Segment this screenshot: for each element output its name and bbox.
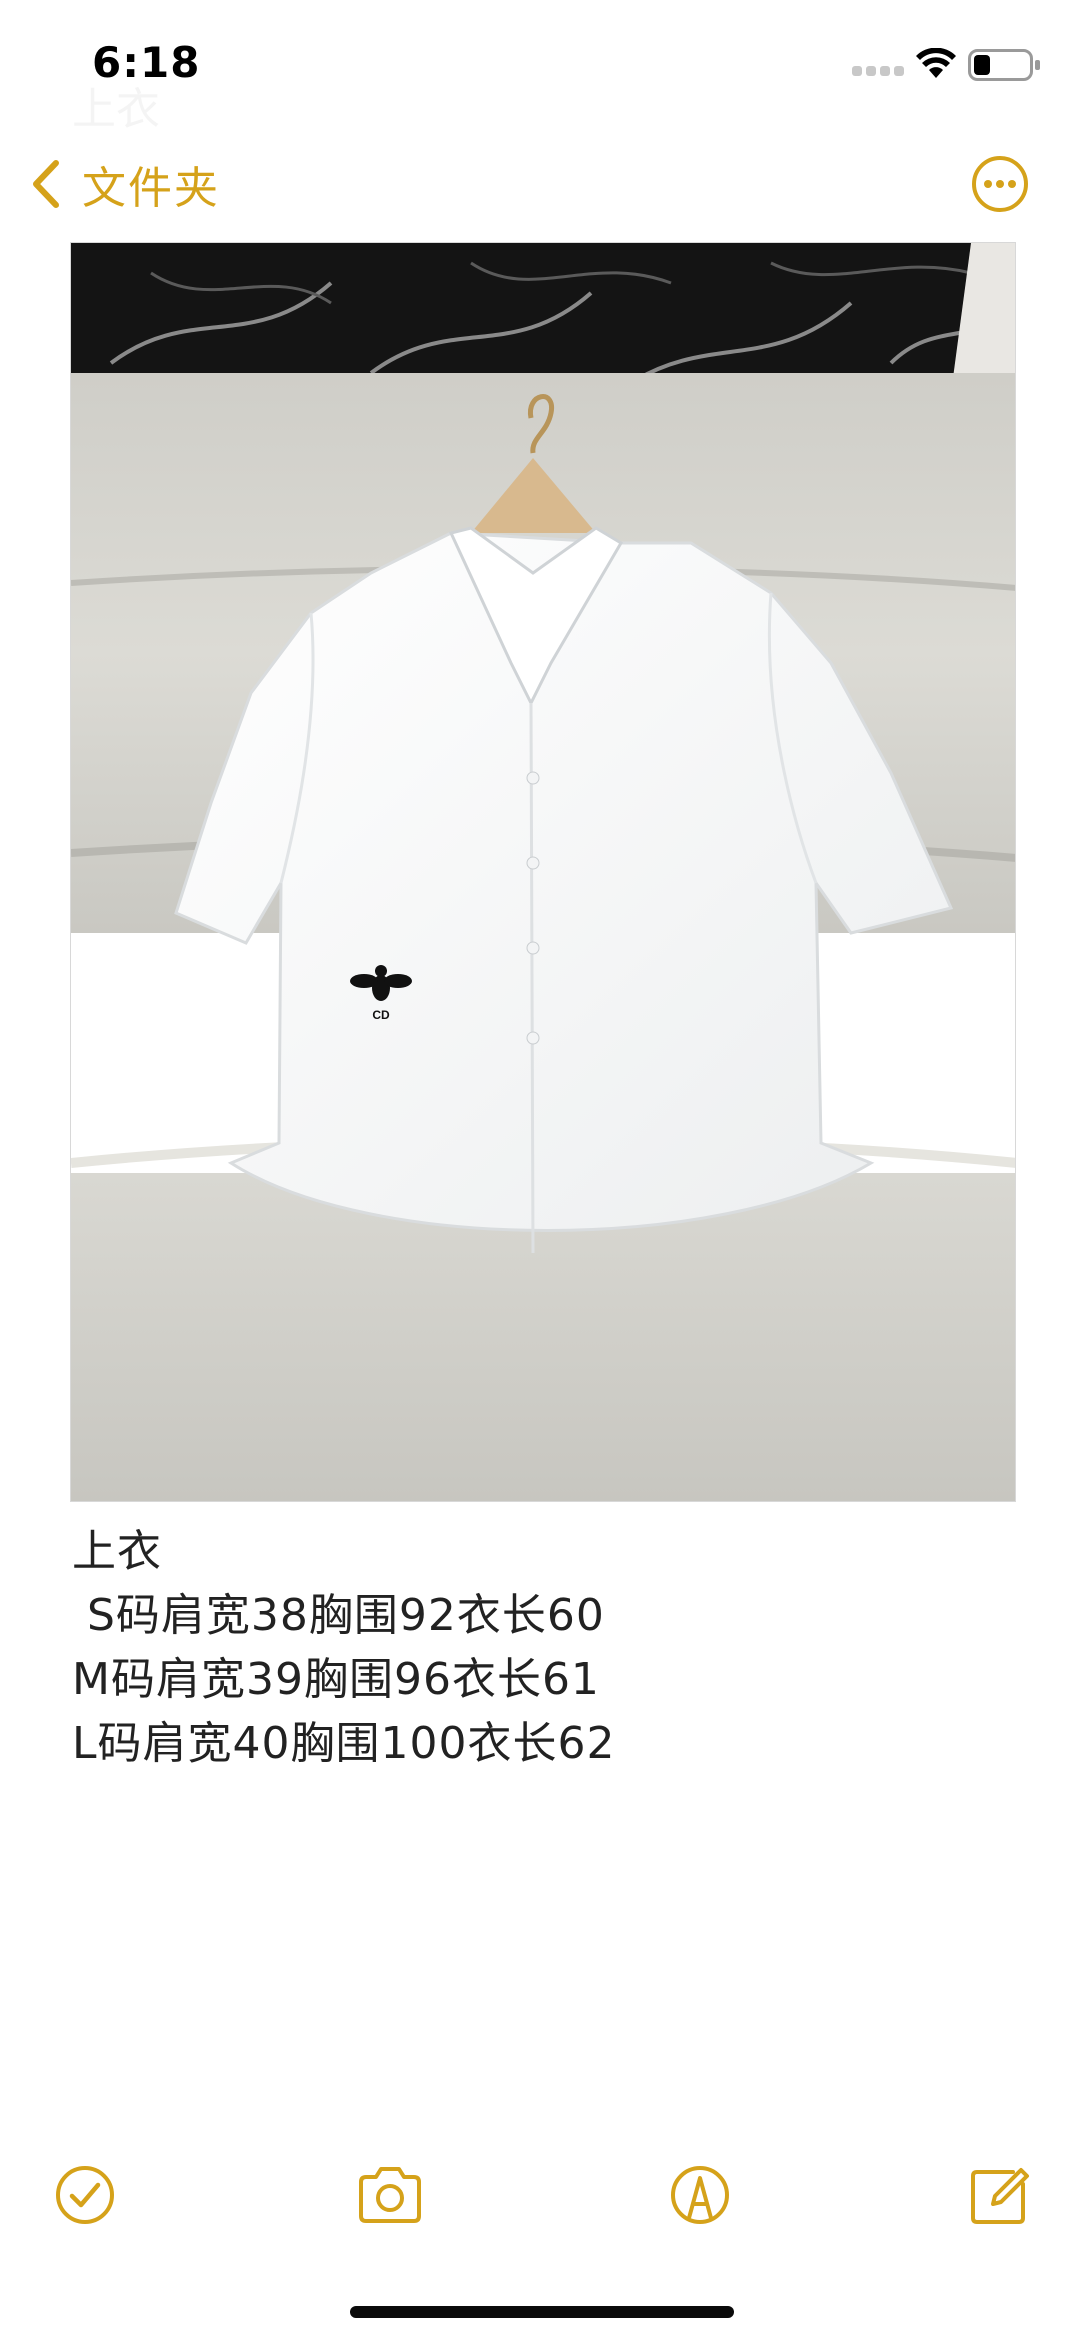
status-bar: 6:18 <box>0 0 1080 120</box>
shirt-photo: CD <box>71 243 1015 1501</box>
battery-icon <box>968 49 1040 81</box>
cellular-signal-icon <box>852 66 904 78</box>
note-line: S码肩宽38胸围92衣长60 <box>72 1590 605 1641</box>
note-line: M码肩宽39胸围96衣长61 <box>72 1654 600 1705</box>
wifi-icon <box>916 48 956 78</box>
compose-icon[interactable] <box>965 2160 1035 2230</box>
camera-icon[interactable] <box>355 2160 425 2230</box>
chevron-left-icon <box>33 160 59 208</box>
nav-bar: 文件夹 <box>0 140 1080 230</box>
note-line: 上衣 <box>72 1526 162 1577</box>
bottom-toolbar <box>0 2160 1080 2240</box>
note-body[interactable]: 上衣 S码肩宽38胸围92衣长60 M码肩宽39胸围96衣长61 L码肩宽40胸… <box>72 1520 972 1776</box>
checklist-icon[interactable] <box>50 2160 120 2230</box>
more-options-button[interactable] <box>970 154 1030 214</box>
back-label: 文件夹 <box>82 163 220 214</box>
note-line: L码肩宽40胸围100衣长62 <box>72 1718 616 1769</box>
markup-pen-icon[interactable] <box>665 2160 735 2230</box>
home-indicator[interactable] <box>350 2306 734 2318</box>
logo-text: CD <box>372 1008 390 1022</box>
status-time: 6:18 <box>92 38 201 87</box>
back-button[interactable]: 文件夹 <box>28 154 220 214</box>
note-photo-attachment[interactable]: CD <box>70 242 1016 1502</box>
